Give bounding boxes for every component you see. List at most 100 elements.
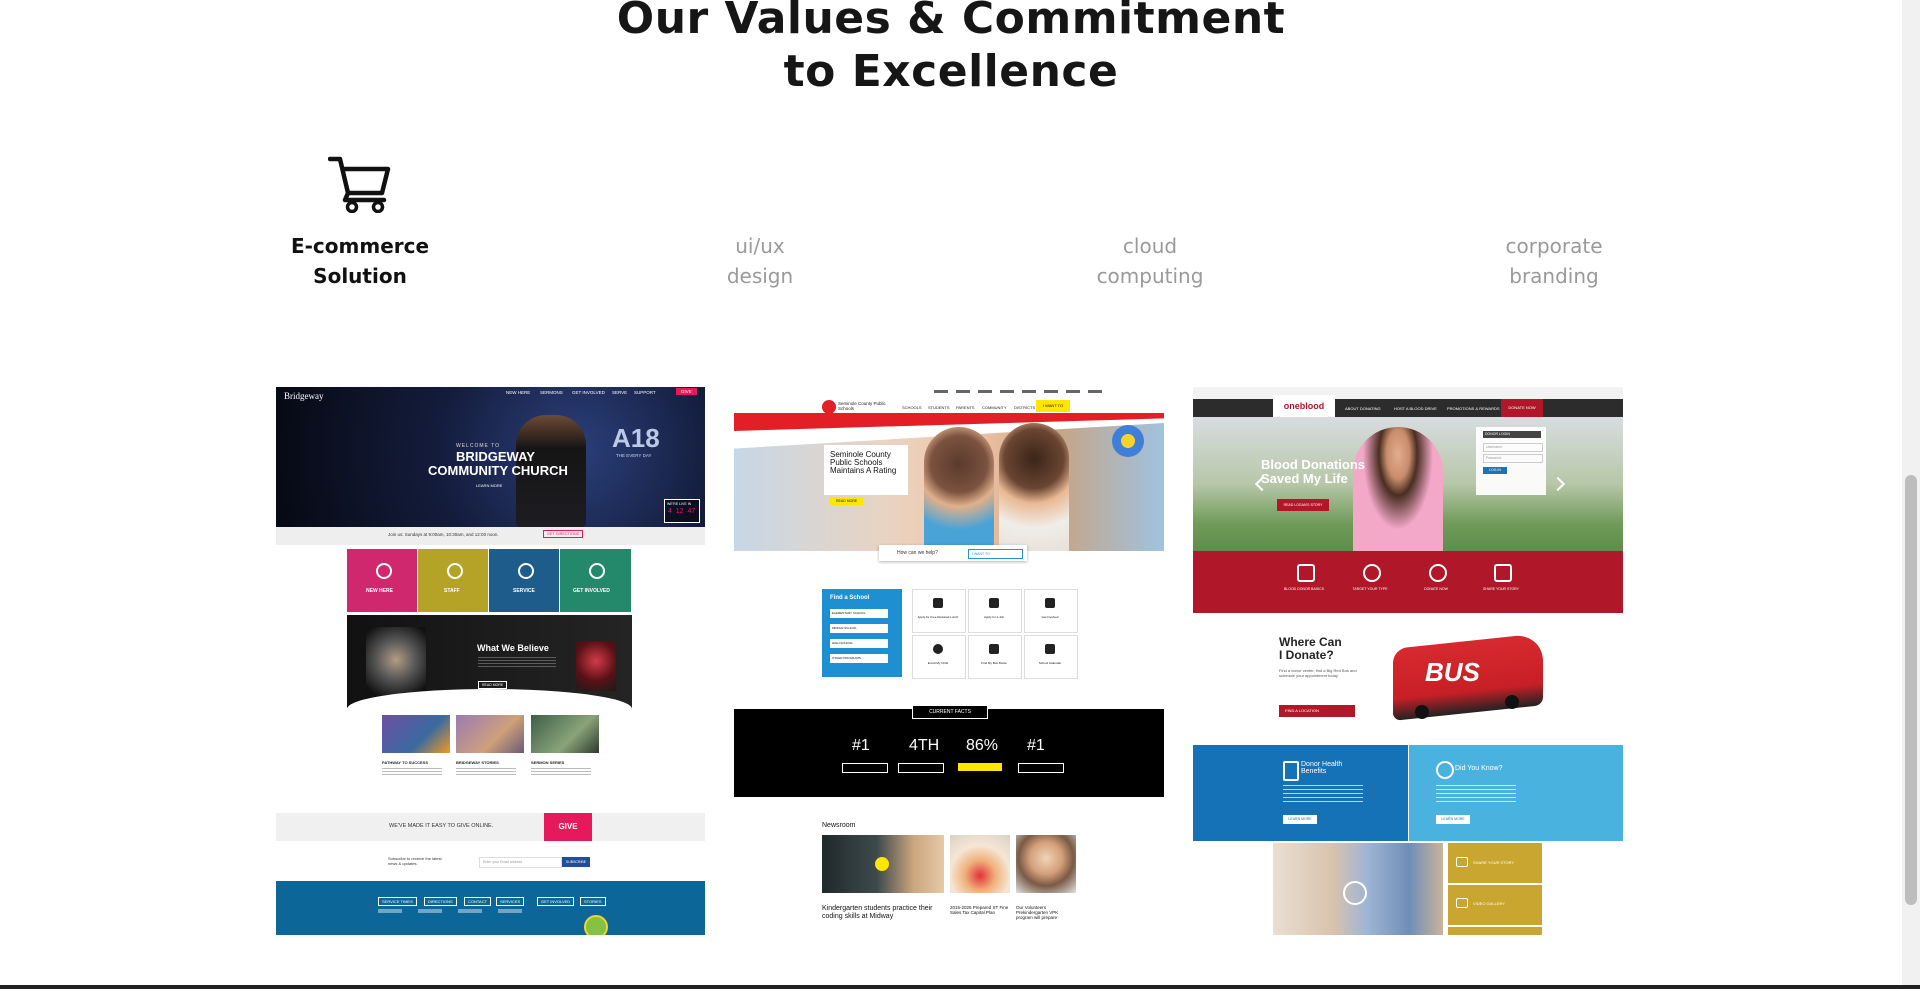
oneblood-hero-button[interactable]: READ LOGAN'S STORY	[1277, 499, 1329, 511]
bridgeway-subscribe-button[interactable]: SUBSCRIBE	[562, 857, 590, 867]
oneblood-nav-cta[interactable]: DONATE NOW	[1501, 399, 1543, 417]
seminole-quick-link[interactable]	[968, 635, 1022, 679]
bridgeway-nav-item[interactable]: NEW HERE	[506, 390, 530, 395]
oneblood-where-button[interactable]: FIND A LOCATION	[1279, 705, 1355, 717]
bridgeway-footer-link[interactable]: SERVICES	[496, 897, 525, 906]
seminole-nav-item[interactable]: DISTRICTS	[1014, 405, 1035, 410]
oneblood-video-play-icon[interactable]	[1343, 881, 1367, 905]
bridgeway-footer-link[interactable]: DIRECTIONS	[424, 897, 457, 906]
tab-ecommerce-line1: E-commerce	[290, 234, 430, 258]
bridgeway-tile[interactable]	[347, 549, 417, 612]
bridgeway-join-text: Join us: Sundays at 9:00am, 10:30am, and…	[388, 532, 499, 537]
oneblood-quick-label[interactable]: BLOOD DONOR BASICS	[1283, 587, 1325, 591]
bridgeway-tile-label: STAFF	[444, 588, 460, 594]
tab-corporate-branding[interactable]: corporate branding	[1474, 231, 1634, 291]
bridgeway-nav-item[interactable]: SERVE	[612, 390, 627, 395]
seminole-quick-icon	[989, 598, 999, 608]
oneblood-quick-label[interactable]: SHARE YOUR STORY	[1480, 587, 1522, 591]
seminole-read-more[interactable]: READ MORE	[830, 497, 864, 505]
seminole-find-option[interactable]: MIDDLE SCHOOL	[830, 624, 888, 633]
oneblood-hero-line1: Blood Donations	[1261, 457, 1365, 472]
oneblood-login-button[interactable]: LOG IN	[1483, 467, 1507, 474]
seminole-topbar-links	[934, 390, 1104, 393]
bridgeway-footer-link[interactable]: CONTACT	[464, 897, 492, 906]
bridgeway-footer-link[interactable]: SERVICE TIMES	[378, 897, 417, 906]
seminole-quick-link[interactable]	[912, 589, 966, 633]
bridgeway-tile[interactable]	[489, 549, 559, 612]
seminole-nav-item[interactable]: COMMUNITY	[982, 405, 1007, 410]
seminole-news-photo	[1016, 835, 1076, 893]
oneblood-health-button[interactable]: LEARN MORE	[1283, 815, 1317, 824]
bridgeway-card-title: SERMON SERIES	[531, 760, 565, 765]
oneblood-video-link[interactable]: VIDEO GALLERY	[1473, 901, 1505, 906]
bridgeway-countdown-value: 4 12 47	[668, 508, 696, 515]
seminole-quick-link[interactable]	[1024, 589, 1078, 633]
seminole-quick-icon	[1045, 598, 1055, 608]
oneblood-quick-label[interactable]: TARGET YOUR TYPE	[1349, 587, 1391, 591]
scrollbar[interactable]	[1902, 0, 1920, 989]
seminole-fact-tag[interactable]	[958, 763, 1002, 771]
portfolio-oneblood[interactable]: oneblood ABOUT DONATING HOST A BLOOD DRI…	[1193, 387, 1623, 935]
seminole-news-headline[interactable]: Kindergarten students practice their cod…	[822, 905, 944, 920]
bridgeway-subscribe-input[interactable]: Enter your Email address	[479, 857, 562, 868]
oneblood-nav-item[interactable]: PROMOTIONS & REWARDS	[1447, 406, 1500, 411]
tab-uiux-line2: design	[726, 264, 794, 288]
seminole-news-headline[interactable]: Our Volunteers Prekindergarten VPK progr…	[1016, 905, 1076, 920]
seminole-quick-icon	[1045, 644, 1055, 654]
seminole-news-photo	[950, 835, 1010, 893]
oneblood-nav-item[interactable]: HOST A BLOOD DRIVE	[1394, 406, 1437, 411]
oneblood-where-line2: I Donate?	[1279, 648, 1334, 662]
seminole-find-option[interactable]: HIGH SCHOOL	[830, 639, 888, 648]
bridgeway-tile-label: SERVICE	[513, 588, 535, 594]
bridgeway-nav-item[interactable]: GET INVOLVED	[572, 390, 605, 395]
oneblood-logo: oneblood	[1273, 395, 1335, 417]
bridgeway-nav-item[interactable]: SERMONS	[540, 390, 563, 395]
seminole-find-option[interactable]: OTHER PROGRAMS	[830, 654, 888, 663]
tab-ui-ux-design[interactable]: ui/ux design	[680, 231, 840, 291]
oneblood-share-icon	[1456, 857, 1468, 867]
seminole-nav-item[interactable]: SCHOOLS	[902, 405, 922, 410]
bridgeway-footer-link[interactable]: GET INVOLVED	[537, 897, 575, 906]
seminole-quick-label: School Calendar	[1038, 661, 1062, 665]
bridgeway-footer-link[interactable]: STORIES	[580, 897, 606, 906]
scrollbar-thumb[interactable]	[1905, 475, 1917, 905]
seminole-help-select[interactable]: I WANT TO	[968, 549, 1023, 559]
oneblood-login-pass[interactable]: Password	[1483, 454, 1543, 463]
tab-ecommerce-solution[interactable]: E-commerce Solution	[280, 231, 440, 291]
portfolio-seminole[interactable]: Seminole County Public Schools SCHOOLS S…	[734, 387, 1164, 935]
seminole-nav-cta[interactable]: I WANT TO	[1036, 400, 1070, 412]
seminole-facts-title: CURRENT FACTS	[912, 705, 988, 719]
oneblood-know-button[interactable]: LEARN MORE	[1436, 815, 1470, 824]
oneblood-video-icon	[1456, 898, 1468, 908]
seminole-quick-link[interactable]	[912, 635, 966, 679]
oneblood-login-user[interactable]: Username	[1483, 443, 1543, 452]
seminole-news-play-icon	[875, 857, 889, 871]
bridgeway-join-button[interactable]: GET DIRECTIONS	[543, 530, 584, 538]
seminole-quick-link[interactable]	[1024, 635, 1078, 679]
seminole-fact-value: 4TH	[909, 737, 940, 754]
seminole-nav-item[interactable]: STUDENTS	[928, 405, 950, 410]
tab-cloud-computing[interactable]: cloud computing	[1070, 231, 1230, 291]
bridgeway-tile[interactable]	[418, 549, 488, 612]
oneblood-share-link[interactable]: SHARE YOUR STORY	[1473, 860, 1514, 865]
seminole-quick-link[interactable]	[968, 589, 1022, 633]
bridgeway-give-button[interactable]: GIVE	[676, 388, 697, 395]
bridgeway-learn-more[interactable]: LEARN MORE	[476, 483, 502, 488]
oneblood-bus-wheel	[1415, 705, 1429, 719]
bridgeway-give-online-button[interactable]: GIVE	[544, 813, 592, 841]
bridgeway-nav-item[interactable]: SUPPORT	[634, 390, 656, 395]
seminole-help-text: How can we help?	[897, 550, 938, 556]
bridgeway-tile[interactable]	[560, 549, 631, 612]
seminole-news-headline[interactable]: 2015-2025 Prepared ST Fine Sales Tax Cap…	[950, 905, 1010, 915]
seminole-nav-item[interactable]: PARENTS	[956, 405, 975, 410]
bridgeway-tile-icon	[518, 563, 534, 579]
bridgeway-believe-button[interactable]: READ MORE	[478, 681, 508, 689]
oneblood-quick-bar	[1193, 551, 1623, 613]
oneblood-hero-line2: Saved My Life	[1261, 471, 1348, 486]
bridgeway-believe-text	[478, 657, 556, 669]
oneblood-quick-label[interactable]: DONATE NOW	[1415, 587, 1457, 591]
seminole-find-option[interactable]: ELEMENTARY SCHOOL	[830, 609, 888, 618]
bridgeway-card-title: BRIDGEWAY STORIES	[456, 760, 499, 765]
portfolio-bridgeway[interactable]: Bridgeway NEW HERE SERMONS GET INVOLVED …	[276, 387, 705, 935]
oneblood-nav-item[interactable]: ABOUT DONATING	[1345, 406, 1381, 411]
